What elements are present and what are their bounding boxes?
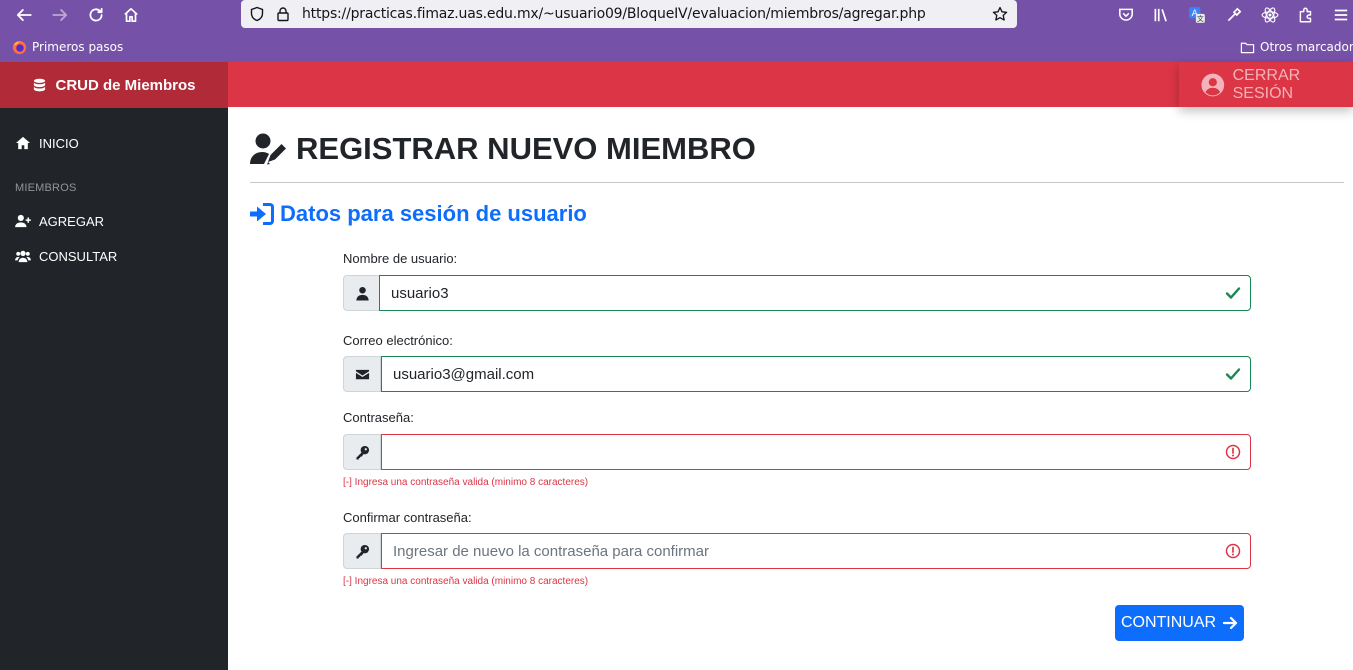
bookmarks-bar: Primeros pasos Otros marcadores [0, 30, 1353, 62]
arrow-right-icon [1223, 616, 1238, 630]
logout-label: CERRAR SESIÓN [1232, 66, 1301, 102]
users-icon [15, 250, 31, 263]
sidebar-item-add-label: AGREGAR [39, 213, 105, 229]
home-icon[interactable] [119, 3, 143, 27]
key-icon [355, 544, 369, 559]
confirm-group [343, 533, 1251, 569]
section-title-text: Datos para sesión de usuario [280, 201, 587, 226]
folder-icon [1240, 42, 1255, 53]
pocket-icon[interactable] [1114, 3, 1138, 27]
user-circle-icon [1201, 73, 1225, 96]
tracking-shield-icon[interactable] [248, 5, 266, 23]
password-error: [-] Ingresa una contraseña valida (minim… [343, 477, 589, 488]
sign-in-icon [250, 203, 274, 225]
sidebar-item-home-label: INICIO [39, 135, 79, 151]
divider [250, 182, 1344, 183]
url-text: https://practicas.fimaz.uas.edu.mx/~usua… [302, 6, 926, 22]
bookmark-other-label: Otros marcadores [1260, 40, 1353, 54]
page-title-text: REGISTRAR NUEVO MIEMBRO [296, 131, 756, 166]
password-input[interactable] [381, 434, 1251, 470]
brand-label: CRUD de Miembros [55, 76, 196, 94]
bookmark-first-steps-label: Primeros pasos [32, 40, 124, 54]
user-plus-icon [15, 214, 31, 228]
extensions-icon[interactable] [1294, 3, 1318, 27]
section-title: Datos para sesión de usuario [250, 201, 587, 227]
firefox-icon [12, 40, 27, 54]
back-arrow-icon[interactable] [12, 3, 36, 27]
password-group [343, 434, 1251, 470]
top-navbar: CERRAR SESIÓN [228, 62, 1353, 107]
confirm-input[interactable] [381, 533, 1251, 569]
bookmark-star-icon[interactable] [991, 5, 1009, 23]
translate-icon[interactable]: A文 [1185, 3, 1209, 27]
bookmark-other[interactable]: Otros marcadores [1240, 38, 1353, 56]
continue-button[interactable]: CONTINUAR [1115, 605, 1244, 641]
confirm-label: Confirmar contraseña: [343, 510, 472, 525]
error-icon [1225, 444, 1241, 460]
valid-check-icon [1225, 366, 1241, 382]
sidebar-item-consult-label: CONSULTAR [39, 248, 118, 264]
email-addon [343, 356, 381, 392]
email-input[interactable] [381, 356, 1251, 392]
menu-icon[interactable] [1329, 3, 1353, 27]
svg-text:文: 文 [1197, 14, 1204, 23]
page-title: REGISTRAR NUEVO MIEMBRO [250, 131, 756, 167]
brand[interactable]: CRUD de Miembros [0, 62, 228, 108]
eyedropper-icon[interactable] [1222, 3, 1246, 27]
home-icon [16, 136, 30, 150]
database-icon [34, 78, 46, 91]
sidebar-heading: MIEMBROS [15, 182, 77, 194]
password-addon [343, 434, 381, 470]
logout-button[interactable]: CERRAR SESIÓN [1179, 62, 1353, 107]
key-icon [355, 445, 369, 460]
user-icon [355, 286, 369, 301]
bookmark-first-steps[interactable]: Primeros pasos [12, 38, 123, 56]
react-devtools-icon[interactable] [1258, 3, 1282, 27]
username-addon [343, 275, 381, 311]
user-edit-icon [250, 133, 286, 165]
continue-label: CONTINUAR [1120, 614, 1217, 631]
email-group [343, 356, 1251, 392]
sidebar-item-add[interactable]: AGREGAR [15, 211, 104, 231]
confirm-addon [343, 533, 381, 569]
envelope-icon [355, 369, 369, 379]
email-label: Correo electrónico: [343, 333, 453, 348]
lock-icon[interactable] [274, 5, 292, 23]
error-icon [1225, 543, 1241, 559]
reload-icon[interactable] [84, 3, 108, 27]
address-bar[interactable]: https://practicas.fimaz.uas.edu.mx/~usua… [241, 0, 1017, 28]
main-content: REGISTRAR NUEVO MIEMBRO Datos para sesió… [228, 107, 1353, 670]
sidebar-item-home[interactable]: INICIO [15, 133, 79, 153]
library-icon[interactable] [1149, 3, 1173, 27]
confirm-error: [-] Ingresa una contraseña valida (minim… [343, 576, 589, 587]
sidebar-item-consult[interactable]: CONSULTAR [15, 246, 117, 266]
browser-toolbar: https://practicas.fimaz.uas.edu.mx/~usua… [0, 0, 1353, 30]
password-label: Contraseña: [343, 410, 414, 425]
username-group [343, 275, 1251, 311]
username-label: Nombre de usuario: [343, 251, 458, 266]
username-input[interactable] [379, 275, 1251, 311]
forward-arrow-icon[interactable] [48, 3, 72, 27]
sidebar: CRUD de Miembros INICIO MIEMBROS AGREGAR… [0, 62, 228, 670]
valid-check-icon [1225, 285, 1241, 301]
